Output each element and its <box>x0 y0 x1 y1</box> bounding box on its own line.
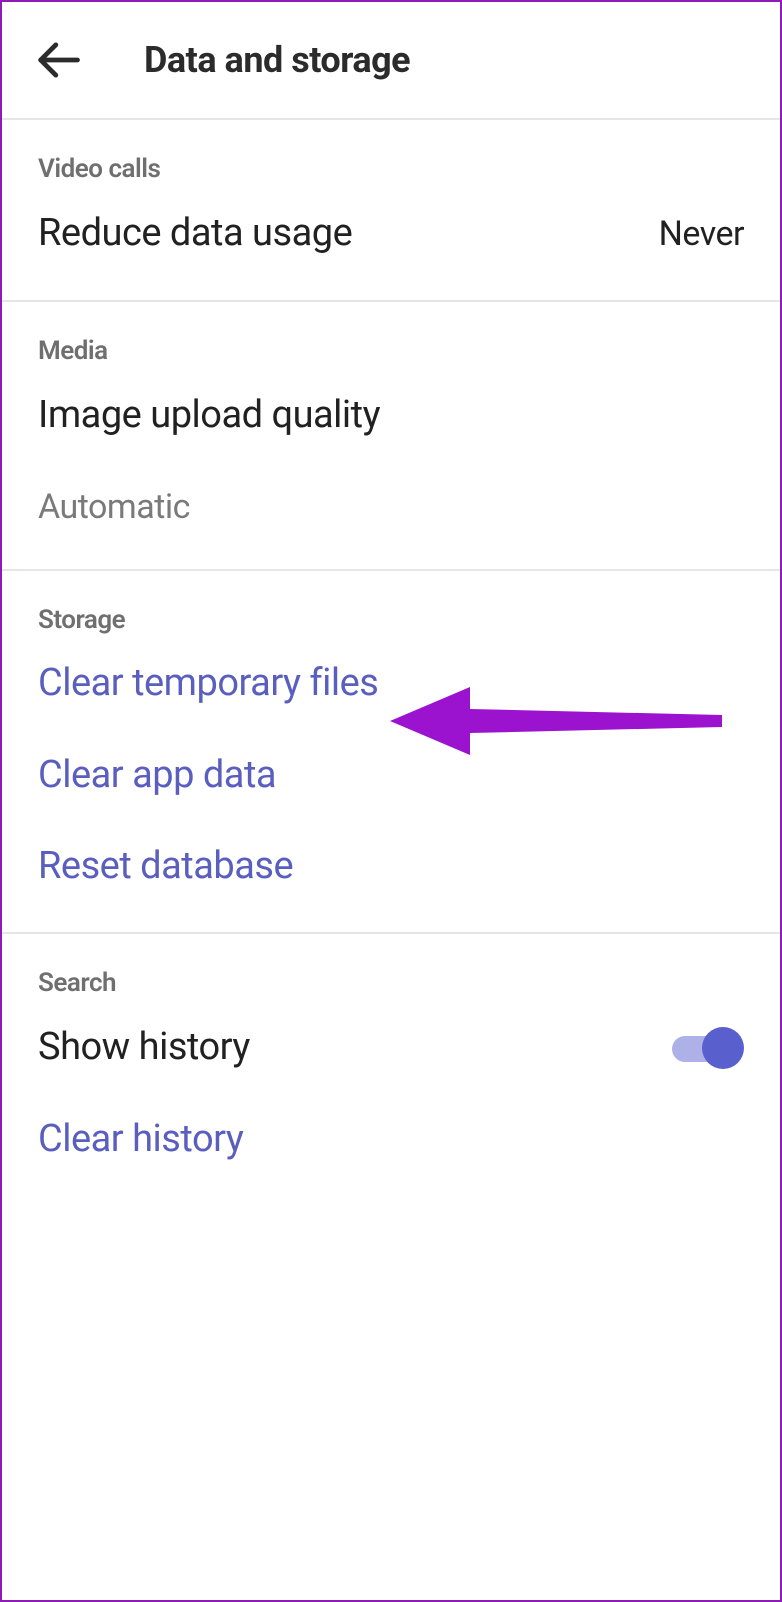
section-storage: Storage Clear temporary files Clear app … <box>2 571 780 934</box>
reduce-data-usage-row[interactable]: Reduce data usage Never <box>38 210 744 258</box>
section-media: Media Image upload quality Automatic <box>2 302 780 572</box>
toggle-thumb <box>702 1027 744 1069</box>
section-search: Search Show history Clear history <box>2 934 780 1205</box>
clear-temporary-files-button[interactable]: Clear temporary files <box>38 661 744 707</box>
section-heading-media: Media <box>38 336 744 366</box>
section-heading-video-calls: Video calls <box>38 154 744 184</box>
clear-history-button[interactable]: Clear history <box>38 1117 744 1163</box>
section-heading-storage: Storage <box>38 605 744 635</box>
image-upload-quality-row[interactable]: Image upload quality Automatic <box>38 392 744 528</box>
back-icon[interactable] <box>32 34 84 86</box>
section-heading-search: Search <box>38 968 744 998</box>
image-upload-quality-label: Image upload quality <box>38 392 744 440</box>
reset-database-button[interactable]: Reset database <box>38 844 744 890</box>
page-title: Data and storage <box>144 39 410 81</box>
reduce-data-usage-label: Reduce data usage <box>38 210 352 258</box>
show-history-row[interactable]: Show history <box>38 1024 744 1072</box>
reduce-data-usage-value: Never <box>659 214 744 254</box>
section-video-calls: Video calls Reduce data usage Never <box>2 120 780 302</box>
show-history-toggle[interactable] <box>672 1027 744 1069</box>
clear-app-data-button[interactable]: Clear app data <box>38 753 744 799</box>
header: Data and storage <box>2 2 780 120</box>
show-history-label: Show history <box>38 1024 250 1072</box>
image-upload-quality-value: Automatic <box>38 487 744 527</box>
